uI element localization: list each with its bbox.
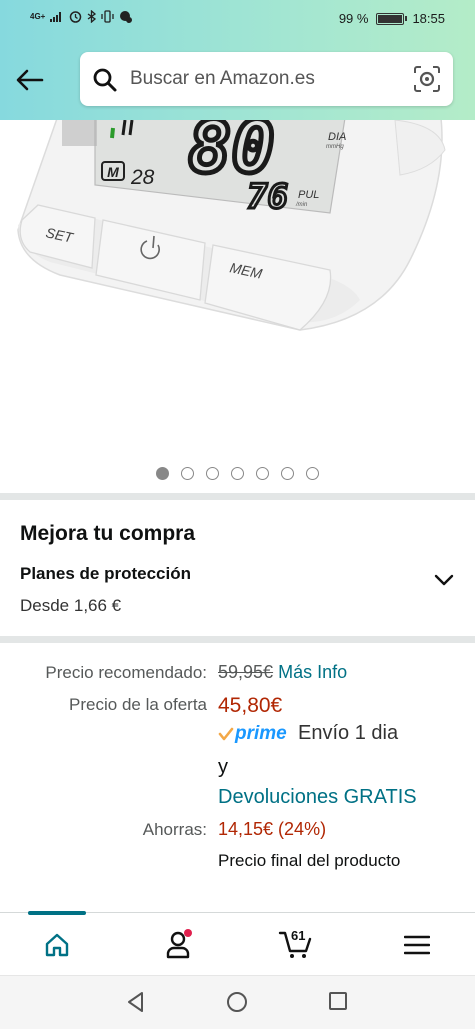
- memory-label: M: [107, 164, 119, 180]
- recommended-price: 59,95€: [218, 662, 274, 682]
- nav-cart[interactable]: 61: [276, 927, 316, 963]
- carousel-dot[interactable]: [156, 467, 169, 480]
- active-tab-indicator: [28, 911, 86, 915]
- pul-value: 76: [247, 177, 288, 217]
- blood-pressure-monitor: M 28 80 DIA mmHg 76 PUL /min SET MEM: [17, 120, 446, 331]
- pul-label: PUL: [298, 189, 319, 201]
- shipping-text: Envío 1 dia: [298, 722, 399, 744]
- pul-unit: /min: [295, 202, 308, 208]
- prime-check-icon: [218, 727, 234, 741]
- system-home-icon[interactable]: [226, 991, 248, 1013]
- dia-label: DIA: [328, 131, 346, 143]
- dia-unit: mmHg: [326, 144, 344, 150]
- savings-label: Ahorras:: [142, 820, 207, 839]
- recommended-price-label: Precio recomendado:: [45, 663, 207, 682]
- system-nav-bar: [0, 975, 475, 1029]
- app-header: 4G+ 99 % 18:55 Buscar en Amazon.es: [0, 0, 475, 120]
- nav-home[interactable]: [37, 927, 77, 963]
- nav-menu[interactable]: [397, 927, 437, 963]
- bluetooth-icon: [87, 10, 97, 23]
- battery-icon: [376, 12, 408, 25]
- alarm-icon: [70, 11, 82, 23]
- battery-fill: [378, 14, 403, 23]
- offer-price: 45,80€: [218, 694, 283, 717]
- chevron-down-icon[interactable]: [434, 573, 454, 587]
- carousel-dot[interactable]: [181, 467, 194, 480]
- cart-count: 61: [291, 928, 306, 943]
- network-type: 4G+: [30, 12, 46, 21]
- memory-number: 28: [130, 166, 155, 189]
- bottom-nav: 61: [0, 911, 475, 974]
- carousel-dot[interactable]: [281, 467, 294, 480]
- carousel-dot[interactable]: [206, 467, 219, 480]
- home-icon: [45, 933, 69, 957]
- final-price-note: Precio final del producto: [218, 851, 401, 870]
- prime-badge: prime: [218, 723, 287, 745]
- back-button[interactable]: [14, 64, 46, 96]
- signal-icon: [50, 12, 62, 22]
- offer-price-label: Precio de la oferta: [69, 695, 207, 714]
- carousel-dot[interactable]: [231, 467, 244, 480]
- battery-percent: 99 %: [338, 11, 369, 26]
- carousel-dots[interactable]: [0, 467, 475, 480]
- search-placeholder: Buscar en Amazon.es: [130, 68, 315, 89]
- status-right: 99 % 18:55: [339, 11, 445, 26]
- savings-value: 14,15€ (24%): [218, 819, 327, 839]
- arrow-left-icon: [16, 69, 44, 91]
- and-text: y: [218, 756, 228, 778]
- shield-moon-icon: [120, 11, 133, 23]
- clock: 18:55: [412, 11, 445, 26]
- status-left-icons: 4G+: [30, 10, 133, 23]
- notification-dot: [184, 929, 192, 937]
- vibrate-icon: [101, 10, 114, 23]
- system-recents-icon[interactable]: [328, 991, 348, 1011]
- cuff-tube: [62, 120, 97, 146]
- carousel-dot[interactable]: [256, 467, 269, 480]
- protection-plans-title[interactable]: Planes de protección: [20, 564, 191, 584]
- system-back-icon[interactable]: [126, 991, 146, 1013]
- status-bar: 4G+ 99 % 18:55: [0, 0, 475, 38]
- product-image[interactable]: M 28 80 DIA mmHg 76 PUL /min SET MEM: [0, 120, 475, 495]
- nav-account[interactable]: [158, 927, 198, 963]
- search-icon: [93, 68, 117, 92]
- carousel-dot[interactable]: [306, 467, 319, 480]
- protection-plans-price: Desde 1,66 €: [20, 596, 122, 615]
- prime-label: prime: [235, 723, 287, 744]
- recommended-price-row: 59,95€ Más Info: [218, 662, 347, 683]
- divider: [0, 636, 475, 643]
- more-info-link[interactable]: Más Info: [278, 662, 347, 682]
- search-bar[interactable]: Buscar en Amazon.es: [80, 52, 453, 106]
- camera-lens-icon[interactable]: [413, 65, 441, 93]
- upgrade-title: Mejora tu compra: [20, 522, 196, 545]
- menu-icon: [404, 935, 430, 955]
- free-returns-link[interactable]: Devoluciones GRATIS: [218, 786, 417, 809]
- divider: [0, 493, 475, 500]
